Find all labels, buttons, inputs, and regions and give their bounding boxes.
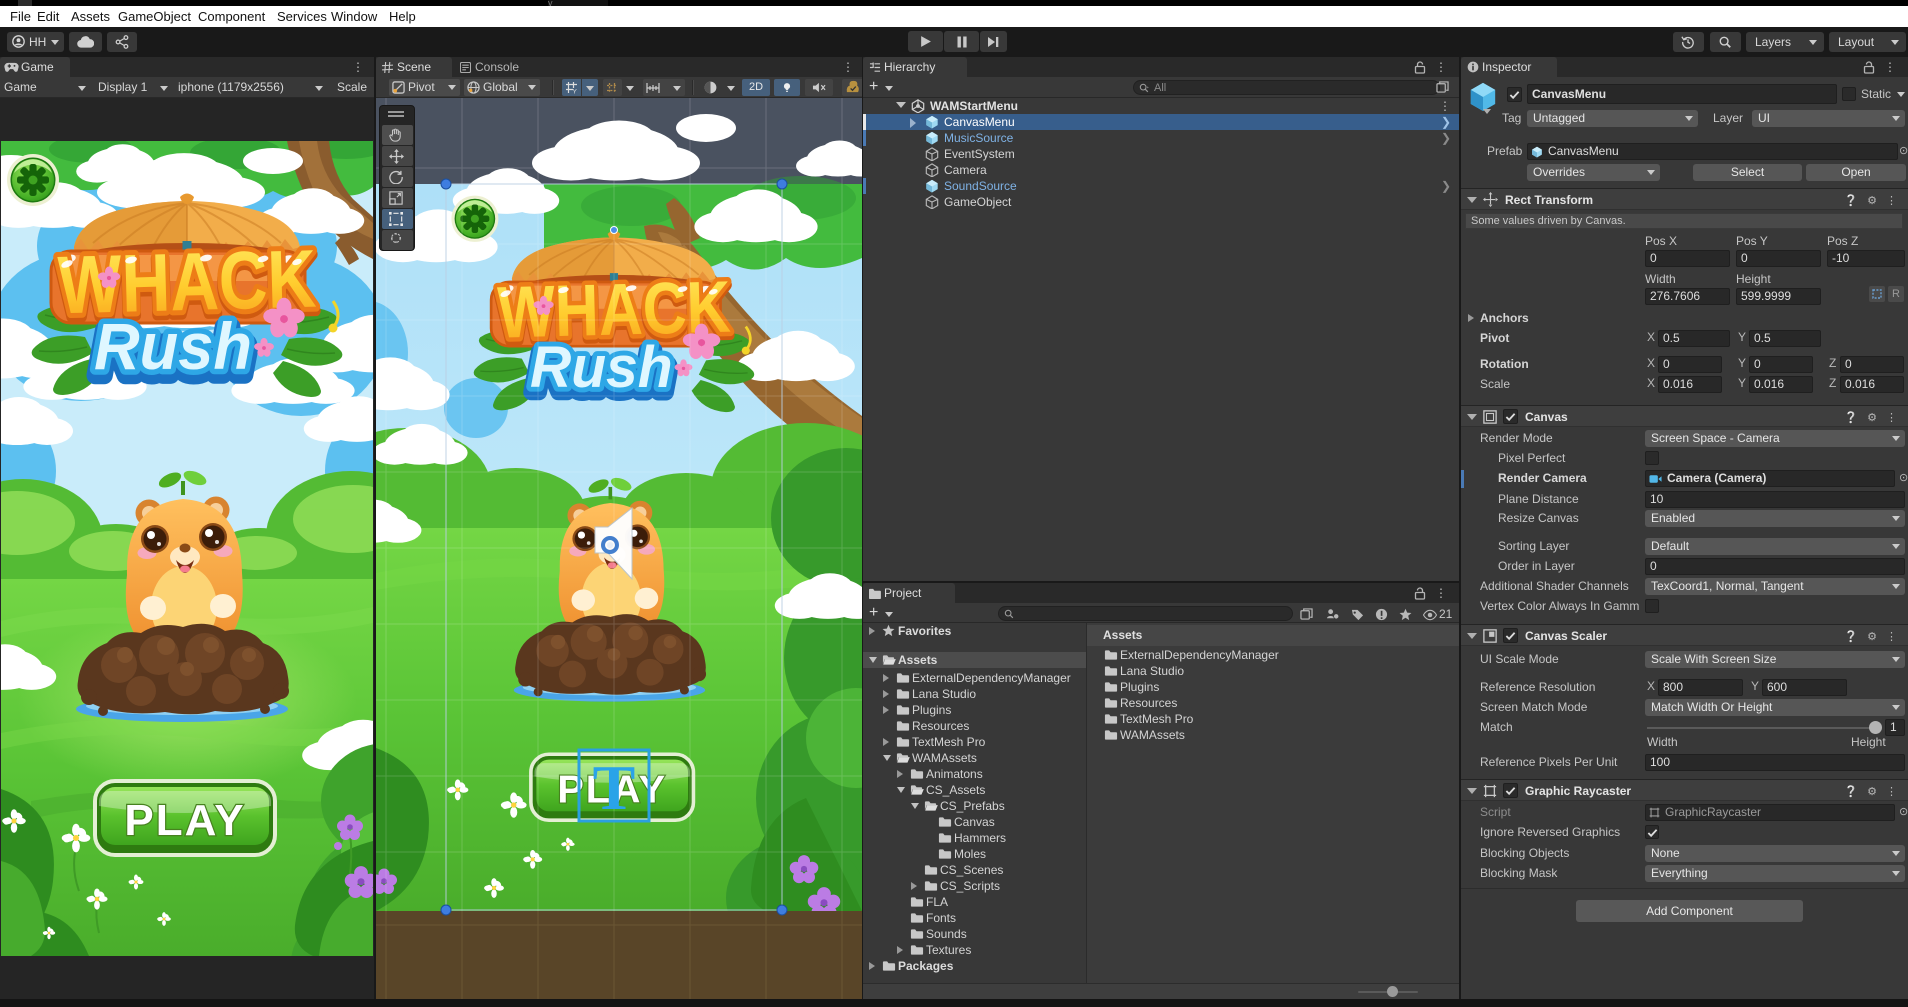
svg-text:T: T [593,752,636,823]
svg-text:Y: Y [573,89,578,95]
